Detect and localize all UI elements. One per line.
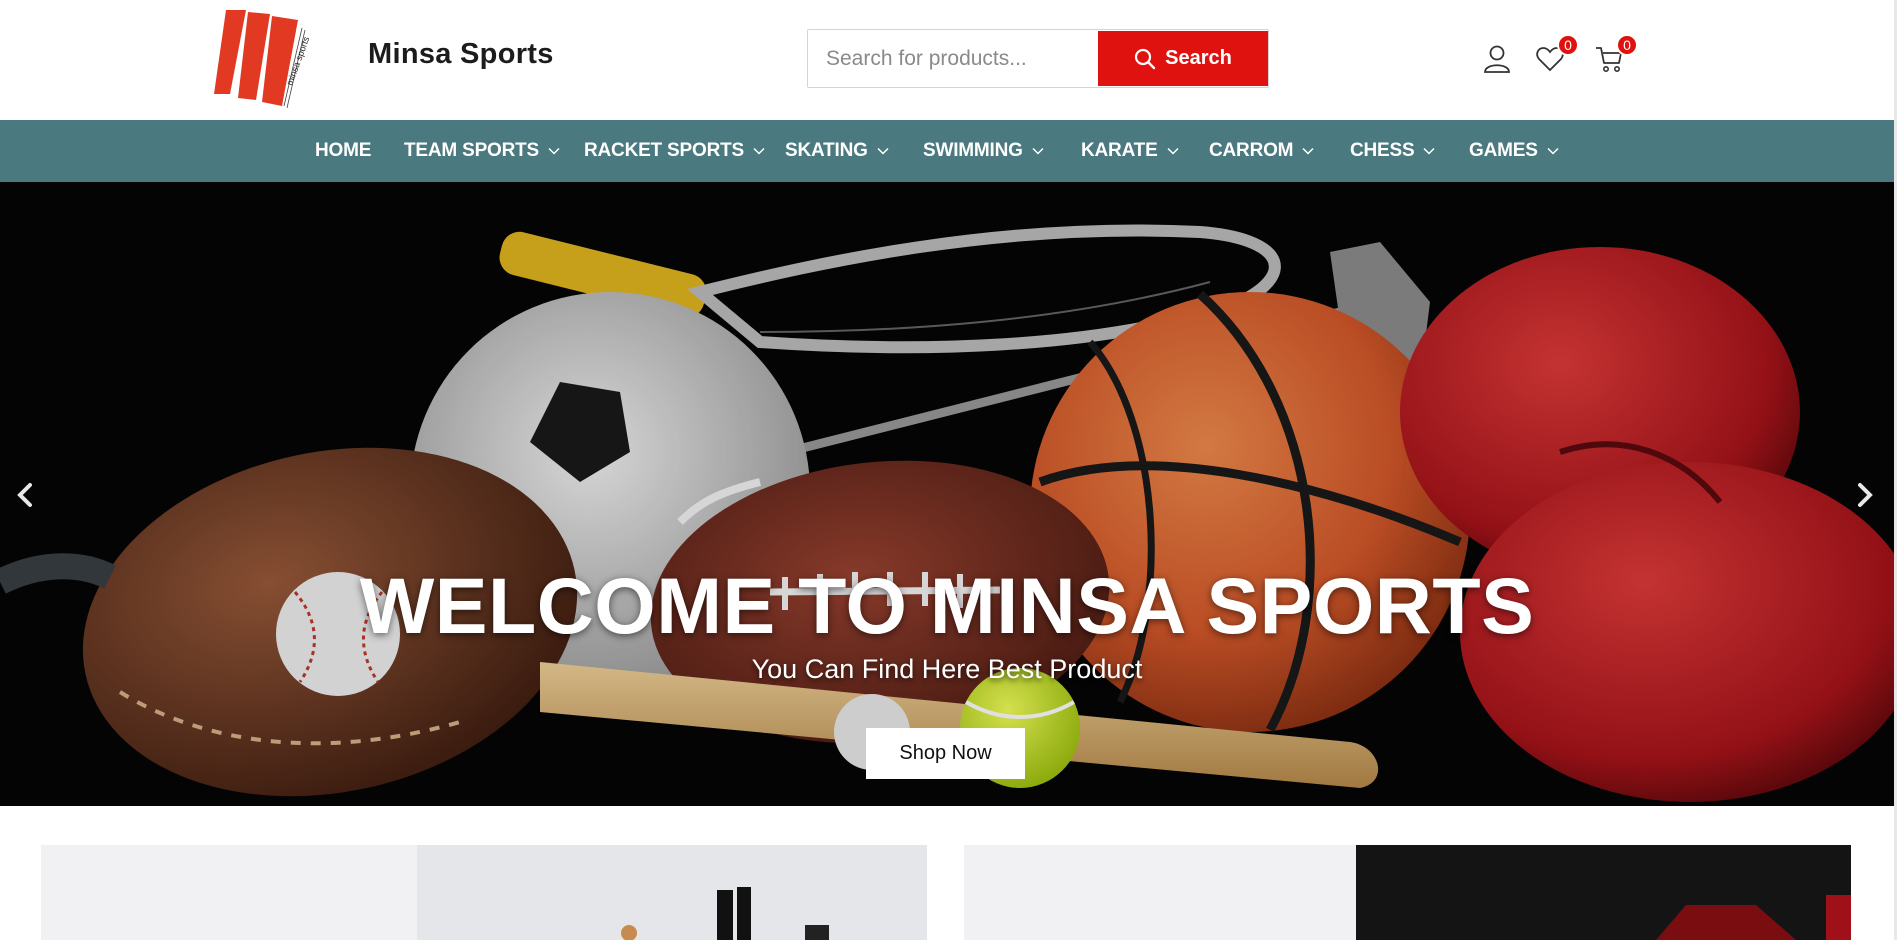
search-bar: Search (807, 29, 1269, 88)
chevron-down-icon (1423, 147, 1435, 155)
main-navigation: HOME TEAM SPORTS RACKET SPORTS SKATING S… (0, 120, 1894, 182)
site-header: minsa sports Minsa Sports Search 0 (0, 0, 1897, 120)
nav-item-label: CARROM (1209, 140, 1294, 161)
wishlist-count-badge: 0 (1557, 34, 1579, 56)
brand-logo[interactable]: minsa sports (212, 6, 318, 110)
hero-slider: WELCOME TO MINSA SPORTS You Can Find Her… (0, 182, 1894, 806)
wishlist-button[interactable]: 0 (1535, 34, 1579, 74)
search-icon (1135, 48, 1156, 69)
search-input[interactable] (808, 30, 1097, 87)
chevron-down-icon (548, 147, 560, 155)
user-account-icon[interactable] (1482, 44, 1512, 74)
chevron-down-icon (1547, 147, 1559, 155)
nav-item-label: KARATE (1081, 140, 1158, 161)
promo-banner-text-area (964, 845, 1356, 940)
chevron-down-icon (1032, 147, 1044, 155)
search-button-label: Search (1165, 47, 1232, 69)
nav-item-label: RACKET SPORTS (584, 140, 744, 161)
promo-banner-image (417, 845, 927, 940)
sports-gear-image (1356, 845, 1851, 940)
nav-item-racket-sports[interactable]: RACKET SPORTS (584, 120, 765, 182)
nav-item-team-sports[interactable]: TEAM SPORTS (404, 120, 560, 182)
sports-gear-image (621, 887, 829, 940)
nav-item-label: TEAM SPORTS (404, 140, 540, 161)
chevron-right-icon[interactable] (1853, 480, 1877, 510)
cart-button[interactable]: 0 (1594, 34, 1638, 74)
nav-item-games[interactable]: GAMES (1469, 120, 1559, 182)
nav-item-label: HOME (315, 140, 372, 161)
nav-item-label: SWIMMING (923, 140, 1023, 161)
nav-item-carrom[interactable]: CARROM (1209, 120, 1314, 182)
nav-item-home[interactable]: HOME (315, 120, 371, 182)
nav-item-label: CHESS (1350, 140, 1415, 161)
search-button[interactable]: Search (1098, 31, 1268, 86)
brand-name[interactable]: Minsa Sports (368, 38, 554, 71)
promo-banner-image (1356, 845, 1851, 940)
hero-title: WELCOME TO MINSA SPORTS (359, 561, 1535, 650)
chevron-left-icon[interactable] (13, 480, 37, 510)
chevron-down-icon (877, 147, 889, 155)
nav-item-chess[interactable]: CHESS (1350, 120, 1435, 182)
promo-banner-left[interactable] (41, 845, 927, 940)
nav-item-swimming[interactable]: SWIMMING (923, 120, 1044, 182)
shop-now-button[interactable]: Shop Now (866, 728, 1025, 779)
chevron-down-icon (1167, 147, 1179, 155)
nav-item-label: GAMES (1469, 140, 1538, 161)
cart-count-badge: 0 (1616, 34, 1638, 56)
nav-item-label: SKATING (785, 140, 868, 161)
page: minsa sports Minsa Sports Search 0 (0, 0, 1897, 940)
chevron-down-icon (753, 147, 765, 155)
hero-subtitle: You Can Find Here Best Product (751, 654, 1143, 684)
promo-banner-text-area (41, 845, 417, 940)
sports-equipment-image (0, 182, 1894, 806)
nav-item-skating[interactable]: SKATING (785, 120, 889, 182)
chevron-down-icon (1302, 147, 1314, 155)
promo-banner-right[interactable] (964, 845, 1851, 940)
nav-item-karate[interactable]: KARATE (1081, 120, 1179, 182)
